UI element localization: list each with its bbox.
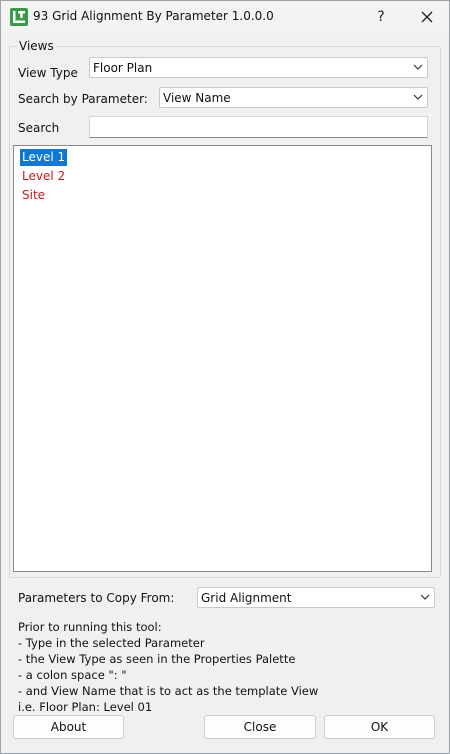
instruction-line: Prior to running this tool: bbox=[18, 620, 162, 634]
instruction-line: i.e. Floor Plan: Level 01 bbox=[18, 700, 153, 714]
ok-button[interactable]: OK bbox=[324, 715, 435, 739]
instruction-line: - a colon space ": " bbox=[18, 668, 127, 682]
instruction-line: - and View Name that is to act as the te… bbox=[18, 684, 319, 698]
list-item[interactable]: Level 2 bbox=[20, 168, 67, 185]
search-input[interactable] bbox=[89, 116, 428, 138]
dialog-window: 93 Grid Alignment By Parameter 1.0.0.0 ?… bbox=[0, 0, 450, 754]
chevron-down-icon bbox=[420, 594, 430, 600]
close-icon bbox=[421, 11, 433, 23]
window-title: 93 Grid Alignment By Parameter 1.0.0.0 bbox=[33, 9, 274, 23]
copy-from-label: Parameters to Copy From: bbox=[18, 591, 175, 605]
search-parameter-value: View Name bbox=[163, 91, 231, 105]
help-button[interactable]: ? bbox=[361, 1, 401, 33]
about-button[interactable]: About bbox=[13, 715, 124, 739]
views-listbox[interactable]: Level 1 Level 2 Site bbox=[13, 145, 432, 572]
instructions-text: Prior to running this tool: - Type in th… bbox=[18, 619, 438, 715]
list-item[interactable]: Level 1 bbox=[20, 149, 68, 166]
close-button[interactable]: Close bbox=[204, 715, 316, 739]
search-label: Search bbox=[18, 121, 60, 135]
view-type-label: View Type bbox=[18, 66, 78, 80]
search-parameter-label: Search by Parameter: bbox=[18, 92, 148, 106]
search-parameter-select[interactable]: View Name bbox=[159, 87, 428, 108]
chevron-down-icon bbox=[413, 94, 423, 100]
views-group-label: Views bbox=[17, 39, 56, 53]
list-item[interactable]: Site bbox=[20, 187, 47, 204]
view-type-value: Floor Plan bbox=[93, 61, 153, 75]
instruction-line: - Type in the selected Parameter bbox=[18, 636, 205, 650]
copy-from-select[interactable]: Grid Alignment bbox=[197, 587, 435, 608]
chevron-down-icon bbox=[413, 64, 423, 70]
close-window-button[interactable] bbox=[407, 1, 447, 33]
copy-from-value: Grid Alignment bbox=[201, 591, 292, 605]
view-type-select[interactable]: Floor Plan bbox=[89, 57, 428, 78]
instruction-line: - the View Type as seen in the Propertie… bbox=[18, 652, 296, 666]
title-bar: 93 Grid Alignment By Parameter 1.0.0.0 ? bbox=[1, 1, 449, 33]
app-logo-icon bbox=[10, 8, 28, 26]
